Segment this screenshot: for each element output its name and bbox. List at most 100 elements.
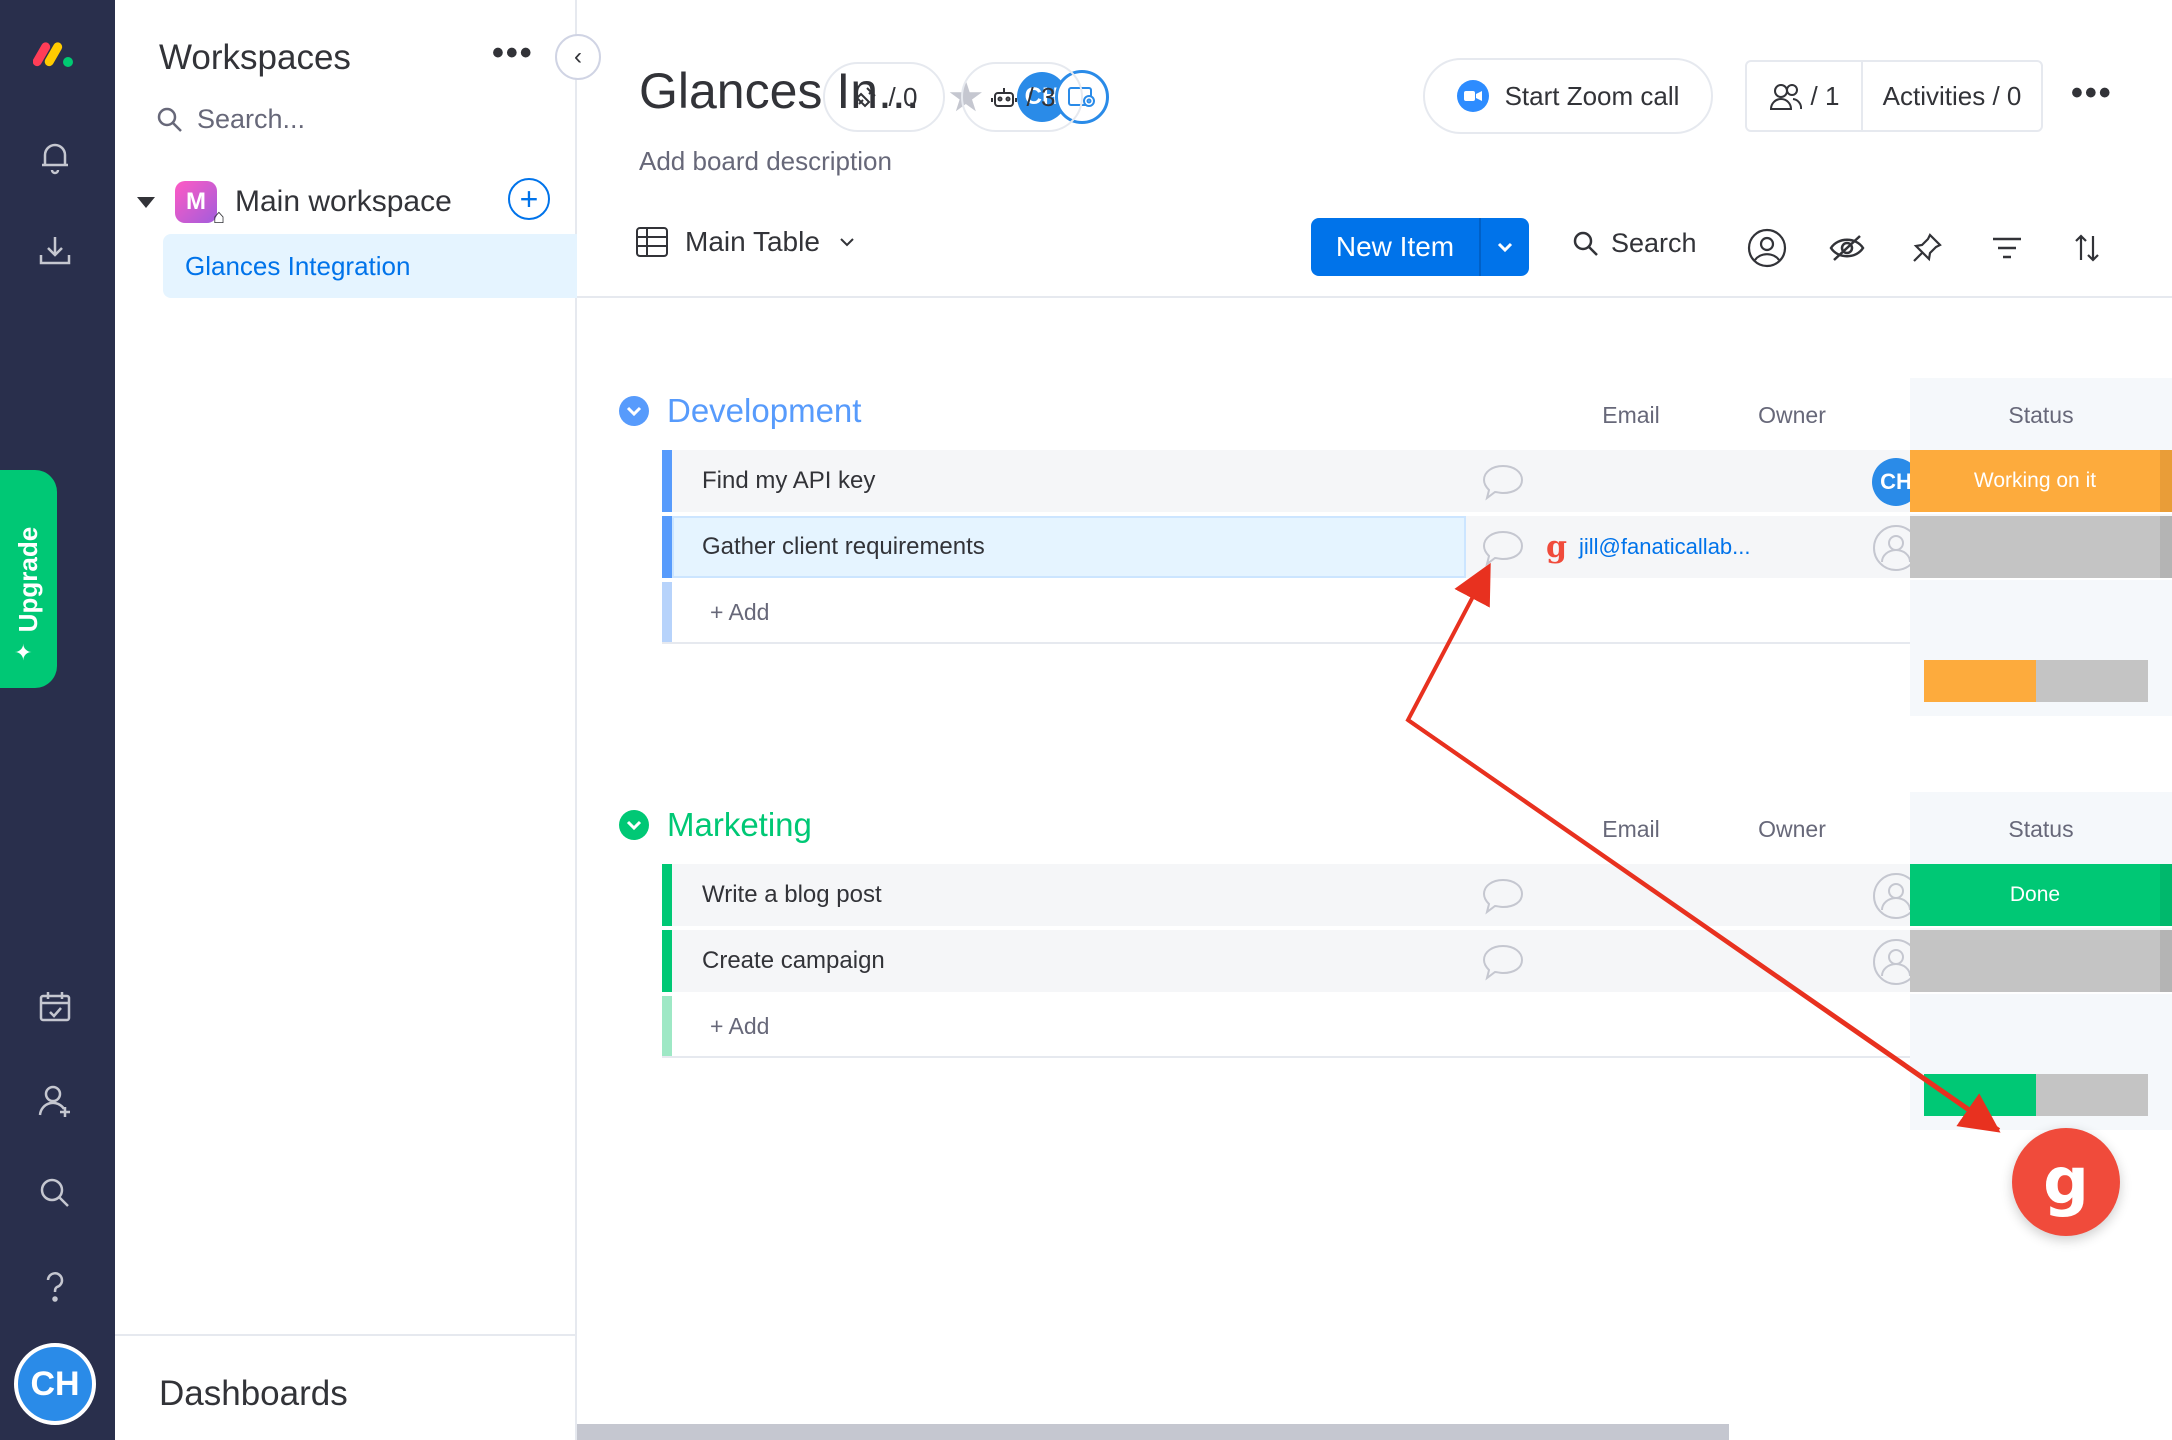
column-header-owner[interactable]: Owner <box>1737 402 1847 429</box>
item-name[interactable]: Write a blog post <box>702 864 882 926</box>
column-header-email[interactable]: Email <box>1551 816 1711 843</box>
new-item-dropdown-icon[interactable] <box>1481 218 1529 276</box>
table-row[interactable]: Write a blog post Done <box>662 864 2172 928</box>
caret-down-icon <box>137 196 155 208</box>
members-activities-box: / 1 Activities / 0 <box>1745 60 2043 132</box>
sidebar-search[interactable]: Search... <box>155 104 305 135</box>
new-item-label: New Item <box>1311 218 1481 276</box>
view-label: Main Table <box>685 226 820 257</box>
glances-fab-button[interactable]: g <box>2012 1128 2120 1236</box>
invite-member-icon[interactable] <box>22 1068 88 1134</box>
group-color-bar <box>662 582 672 642</box>
sidebar-board-item[interactable]: Glances Integration <box>163 234 577 298</box>
hide-columns-icon[interactable] <box>1825 226 1869 270</box>
column-header-email[interactable]: Email <box>1551 402 1711 429</box>
item-name[interactable]: Create campaign <box>702 930 885 992</box>
help-icon[interactable] <box>22 1254 88 1320</box>
search-icon[interactable] <box>22 1160 88 1226</box>
view-selector[interactable]: Main Table <box>635 226 858 258</box>
person-filter-icon[interactable] <box>1745 226 1789 270</box>
summary-segment <box>1924 1074 2036 1116</box>
group-title[interactable]: Development <box>667 392 861 430</box>
comment-bubble-icon[interactable] <box>1480 528 1526 568</box>
add-item-label[interactable]: + Add <box>710 582 769 642</box>
upgrade-button[interactable]: Upgrade ✦ <box>0 470 57 688</box>
chevron-left-icon: ‹ <box>574 43 582 70</box>
workspace-selector[interactable]: M ⌂ Main workspace <box>125 176 565 228</box>
group-header-development[interactable]: Development <box>619 392 861 430</box>
inbox-download-icon[interactable] <box>22 218 88 284</box>
integrations-button[interactable]: / 0 <box>823 62 945 132</box>
members-count: / 1 <box>1810 80 1840 111</box>
add-item-row[interactable]: + Add <box>662 996 1910 1058</box>
group-color-bar <box>662 450 672 512</box>
column-header-status[interactable]: Status <box>1910 402 2172 429</box>
workspace-name: Main workspace <box>235 185 452 218</box>
group-color-bar <box>662 864 672 926</box>
zoom-label: Start Zoom call <box>1504 80 1680 111</box>
item-name[interactable]: Find my API key <box>702 450 875 512</box>
workspace-badge-letter: M <box>186 188 206 215</box>
email-link[interactable]: jill@fanaticallab... <box>1579 534 1751 560</box>
zoom-camera-icon <box>1456 80 1489 112</box>
divider <box>115 1334 577 1336</box>
group-header-marketing[interactable]: Marketing <box>619 806 812 844</box>
search-icon <box>157 107 182 132</box>
comment-bubble-icon[interactable] <box>1480 876 1526 916</box>
email-cell[interactable]: g jill@fanaticallab... <box>1546 516 1751 578</box>
status-label[interactable] <box>1910 516 2160 578</box>
table-row[interactable]: Create campaign <box>662 930 2172 994</box>
horizontal-scrollbar[interactable] <box>577 1424 1729 1440</box>
robot-icon <box>990 88 1017 107</box>
table-icon <box>636 227 668 257</box>
add-item-label[interactable]: + Add <box>710 996 769 1056</box>
divider <box>577 296 2172 298</box>
column-header-owner[interactable]: Owner <box>1737 816 1847 843</box>
summary-segment <box>2036 660 2148 702</box>
status-label[interactable]: Working on it <box>1910 450 2160 512</box>
table-row[interactable]: Gather client requirements g jill@fanati… <box>662 516 2172 580</box>
status-summary-bar[interactable] <box>1924 1074 2148 1116</box>
group-color-bar <box>662 930 672 992</box>
automations-button[interactable]: / 3 <box>961 62 1083 132</box>
comment-bubble-icon[interactable] <box>1480 462 1526 502</box>
collapse-sidebar-button[interactable]: ‹ <box>555 34 601 80</box>
workspace-more-icon[interactable]: ••• <box>492 34 534 73</box>
status-label[interactable]: Done <box>1910 864 2160 926</box>
column-header-status[interactable]: Status <box>1910 816 2172 843</box>
add-board-button[interactable]: + <box>508 178 550 220</box>
item-name[interactable]: Gather client requirements <box>702 516 985 578</box>
workspace-sidebar: Workspaces ••• ‹ Search... M ⌂ Main work… <box>115 0 601 1440</box>
new-item-button[interactable]: New Item <box>1311 218 1529 276</box>
start-zoom-call-button[interactable]: Start Zoom call <box>1423 58 1713 134</box>
filter-icon[interactable] <box>1985 226 2029 270</box>
activities-button[interactable]: Activities / 0 <box>1863 81 2041 112</box>
board-search-label: Search <box>1611 228 1697 258</box>
sort-icon[interactable] <box>2065 226 2109 270</box>
automations-count: / 3 <box>1026 81 1056 112</box>
board-description[interactable]: Add board description <box>639 146 892 177</box>
bell-icon[interactable] <box>22 124 88 190</box>
comment-bubble-icon[interactable] <box>1480 942 1526 982</box>
home-icon: ⌂ <box>212 206 225 228</box>
glances-g-icon[interactable]: g <box>1546 530 1567 565</box>
sidebar-title: Workspaces <box>159 38 351 77</box>
board-search-button[interactable]: Search <box>1571 228 1697 259</box>
status-summary-bar[interactable] <box>1924 660 2148 702</box>
dashboards-section[interactable]: Dashboards <box>159 1374 348 1414</box>
app-root: Upgrade ✦ CH Workspaces ••• ‹ Search... <box>0 0 2172 1440</box>
group-collapse-icon[interactable] <box>619 810 649 840</box>
table-row[interactable]: Find my API key CH Working on it <box>662 450 2172 514</box>
group-color-bar <box>662 516 672 578</box>
board-more-icon[interactable]: ••• <box>2071 74 2113 113</box>
members-button[interactable]: / 1 <box>1747 62 1863 130</box>
status-label[interactable] <box>1910 930 2160 992</box>
group-collapse-icon[interactable] <box>619 396 649 426</box>
group-title[interactable]: Marketing <box>667 806 812 844</box>
left-rail: Upgrade ✦ CH <box>0 0 115 1440</box>
add-item-row[interactable]: + Add <box>662 582 1910 644</box>
user-avatar[interactable]: CH <box>14 1343 96 1425</box>
monday-logo-icon[interactable] <box>22 20 88 86</box>
pin-icon[interactable] <box>1905 226 1949 270</box>
calendar-check-icon[interactable] <box>22 974 88 1040</box>
